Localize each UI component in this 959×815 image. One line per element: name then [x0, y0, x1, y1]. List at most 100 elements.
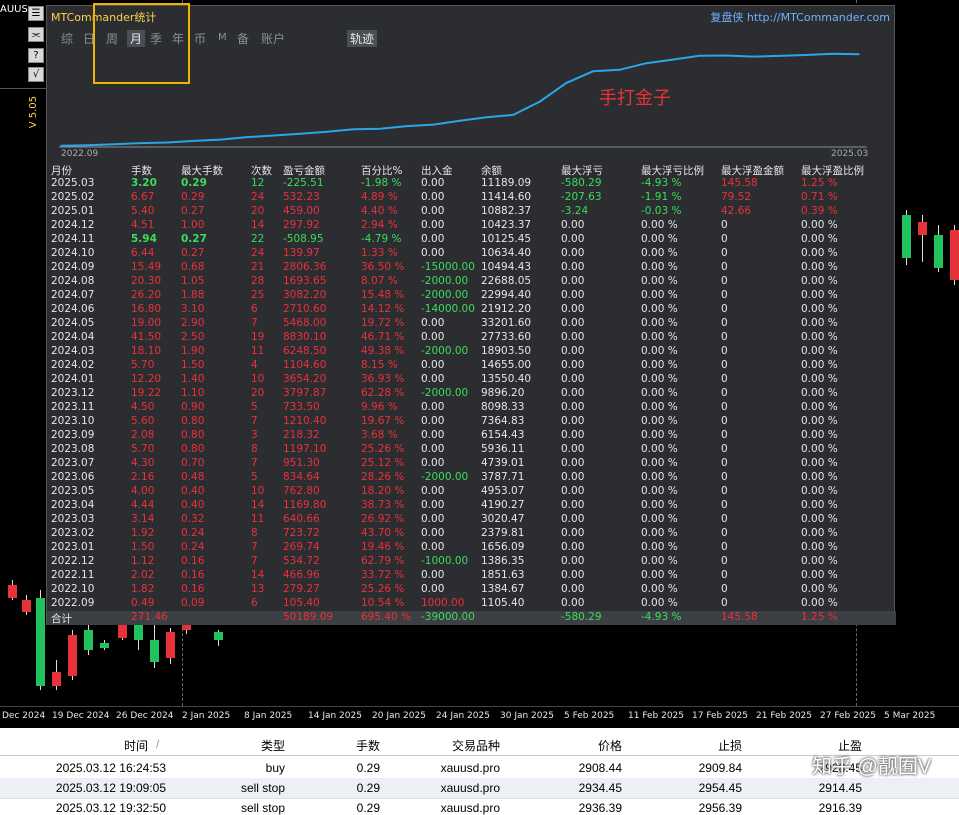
stats-cell: 19.22	[131, 387, 162, 399]
orders-column-header[interactable]: 交易品种	[452, 737, 500, 754]
stats-cell: 0.40	[181, 499, 205, 511]
stats-cell: -2000.00	[421, 345, 469, 357]
time-axis-label: 2 Jan 2025	[182, 711, 231, 721]
stats-cell: 0.00 %	[801, 555, 838, 567]
stats-cell: 46.71 %	[361, 331, 405, 343]
stats-cell: 4	[251, 359, 258, 371]
stats-cell: 297.92	[283, 219, 320, 231]
stats-row: 2023.05 4.00 0.40 10 762.80 18.20 % 0.00 4953.0…	[47, 485, 896, 499]
stats-cell: 0.00	[561, 303, 585, 315]
stats-cell: 0.00 %	[641, 317, 678, 329]
zhihu-watermark: 知乎 @靓囿V	[812, 756, 932, 778]
tab-account[interactable]: 账户	[261, 30, 285, 47]
stats-cell: 7364.83	[481, 415, 525, 427]
orders-column-header[interactable]: 类型	[261, 737, 285, 754]
time-axis-label: 27 Feb 2025	[820, 711, 877, 721]
stats-cell: 1.90	[181, 345, 205, 357]
stats-cell: 1210.40	[283, 415, 327, 427]
stats-cell: 0.00 %	[641, 569, 678, 581]
orders-column-header[interactable]: 止损	[718, 737, 742, 754]
stats-cell: 0.16	[181, 583, 205, 595]
stats-cell: 22994.40	[481, 289, 532, 301]
orders-column-header[interactable]: 价格	[598, 737, 622, 754]
stats-row: 2025.03 3.20 0.29 12 -225.51 -1.98 % 0.00 11189…	[47, 177, 896, 191]
orders-column-header[interactable]: 时间	[124, 737, 148, 754]
stats-cell: 1386.35	[481, 555, 525, 567]
stats-cell: 0.39 %	[801, 205, 838, 217]
sort-icon[interactable]: /	[156, 737, 159, 751]
stats-cell: 2024.11	[51, 233, 95, 245]
stats-cell: -2000.00	[421, 471, 469, 483]
order-cell: 0.29	[356, 801, 380, 815]
check-icon[interactable]: √	[28, 67, 44, 82]
stats-cell: -0.03 %	[641, 205, 682, 217]
chart-divider	[0, 88, 50, 89]
stats-cell: 15.48 %	[361, 289, 405, 301]
stats-cell: 0.00 %	[801, 261, 838, 273]
stats-cell: 2024.09	[51, 261, 95, 273]
stats-cell: 2023.05	[51, 485, 95, 497]
stats-cell: 0.00 %	[801, 331, 838, 343]
stats-cell: 0.00 %	[801, 485, 838, 497]
tab-track[interactable]: 轨迹	[347, 30, 378, 47]
stats-cell: 3.20	[131, 177, 157, 189]
order-row[interactable]: 2025.03.12 19:32:50 sell stop 0.29 xauusd.p…	[0, 798, 959, 815]
stats-cell: 2024.07	[51, 289, 95, 301]
stats-cell: 14.12 %	[361, 303, 405, 315]
stats-cell: 0.00 %	[641, 429, 678, 441]
stats-cell: 0.00 %	[641, 499, 678, 511]
stats-cell: 6248.50	[283, 345, 327, 357]
menu-icon[interactable]: ☰	[28, 6, 44, 21]
stats-cell: 13550.40	[481, 373, 532, 385]
equity-point	[592, 70, 594, 73]
order-cell: buy	[265, 761, 285, 775]
stats-cell: 10125.45	[481, 233, 532, 245]
stats-cell: 20.30	[131, 275, 162, 287]
tab-summary[interactable]: 综	[61, 30, 73, 47]
equity-point	[113, 143, 115, 145]
candle-body	[902, 215, 911, 258]
stats-cell: 4.30	[131, 457, 155, 469]
stats-cell: 1169.80	[283, 499, 327, 511]
stats-cell: 0.00	[421, 443, 445, 455]
stats-cell: 14655.00	[481, 359, 532, 371]
help-icon[interactable]: ?	[28, 48, 44, 63]
stats-cell: 0.00 %	[801, 401, 838, 413]
stats-cell: 25	[251, 289, 265, 301]
stats-cell: 0	[721, 359, 728, 371]
stats-row: 2022.10 1.82 0.16 13 279.27 25.26 % 0.00 1384.6…	[47, 583, 896, 597]
orders-column-header[interactable]: 手数	[356, 737, 380, 754]
stats-cell: 0.00	[561, 289, 585, 301]
candle-body	[36, 598, 45, 686]
site-link[interactable]: 复盘侠 http://MTCommander.com	[710, 9, 890, 25]
stats-cell: 0.00	[421, 191, 445, 203]
stats-window[interactable]: MTCommander统计 复盘侠 http://MTCommander.com…	[46, 5, 896, 625]
crosshair-icon[interactable]: ⫘	[28, 27, 44, 42]
tab-note[interactable]: 备	[237, 30, 249, 47]
tab-currency[interactable]: 币	[194, 30, 206, 47]
equity-point	[831, 53, 834, 55]
stats-cell: 0.00 %	[801, 275, 838, 287]
stats-cell: 2.90	[181, 317, 205, 329]
stats-cell: 2024.10	[51, 247, 95, 259]
stats-cell: 0.00 %	[641, 303, 678, 315]
stats-cell: 0.80	[181, 443, 205, 455]
stats-cell: 0.24	[181, 541, 205, 553]
stats-cell: -39000.00	[421, 611, 475, 623]
stats-cell: 25.12 %	[361, 457, 405, 469]
stats-cell: 0	[721, 471, 728, 483]
stats-cell: -580.29	[561, 611, 602, 623]
stats-cell: 27733.60	[481, 331, 532, 343]
stats-cell: 22	[251, 233, 265, 245]
stats-cell: 36.50 %	[361, 261, 405, 273]
stats-cell: 0.00	[561, 317, 585, 329]
stats-cell: 6154.43	[481, 429, 525, 441]
stats-cell: 0.00 %	[801, 499, 838, 511]
order-row[interactable]: 2025.03.12 19:09:05 sell stop 0.29 xauusd.p…	[0, 778, 959, 799]
stats-cell: 0.00	[561, 513, 585, 525]
stats-cell: 2.16	[131, 471, 155, 483]
tab-magic[interactable]: M	[218, 32, 227, 43]
stats-cell: 2023.09	[51, 429, 95, 441]
stats-cell: 0.00 %	[641, 541, 678, 553]
stats-cell: 0.00	[561, 247, 585, 259]
